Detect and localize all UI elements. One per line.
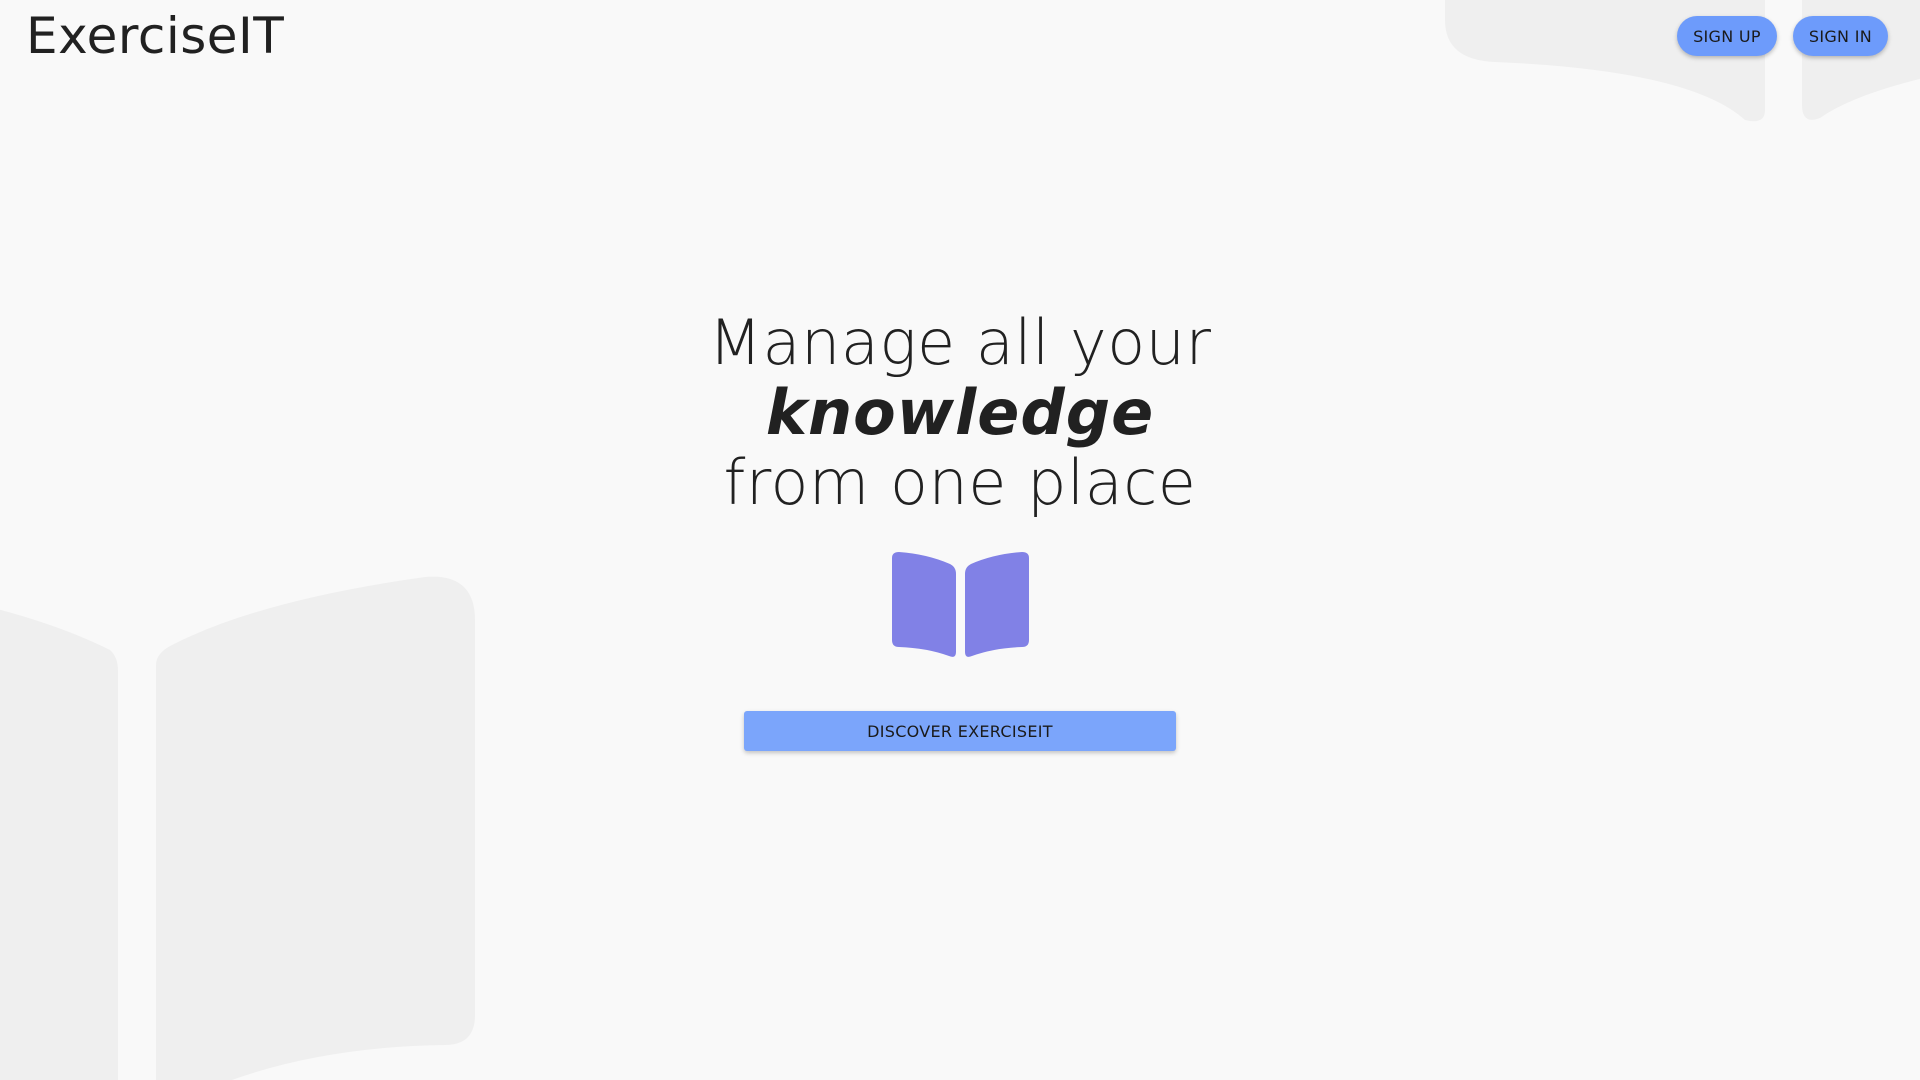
background-book-bottom-icon [0, 575, 500, 1080]
hero-line-3: from one place [723, 446, 1197, 519]
header-actions: SIGN UP SIGN IN [1677, 16, 1888, 56]
discover-button[interactable]: DISCOVER EXERCISEIT [744, 711, 1176, 751]
open-book-icon [892, 552, 1029, 660]
landing-page: ExerciseIT SIGN UP SIGN IN Manage all yo… [0, 0, 1920, 1080]
app-logo[interactable]: ExerciseIT [26, 6, 284, 66]
hero-heading: Manage all your knowledge from one place [0, 308, 1920, 518]
hero-line-1: Manage all your [708, 306, 1212, 379]
sign-in-button[interactable]: SIGN IN [1792, 16, 1888, 56]
sign-up-button[interactable]: SIGN UP [1677, 16, 1777, 56]
hero-line-2: knowledge [765, 376, 1155, 449]
